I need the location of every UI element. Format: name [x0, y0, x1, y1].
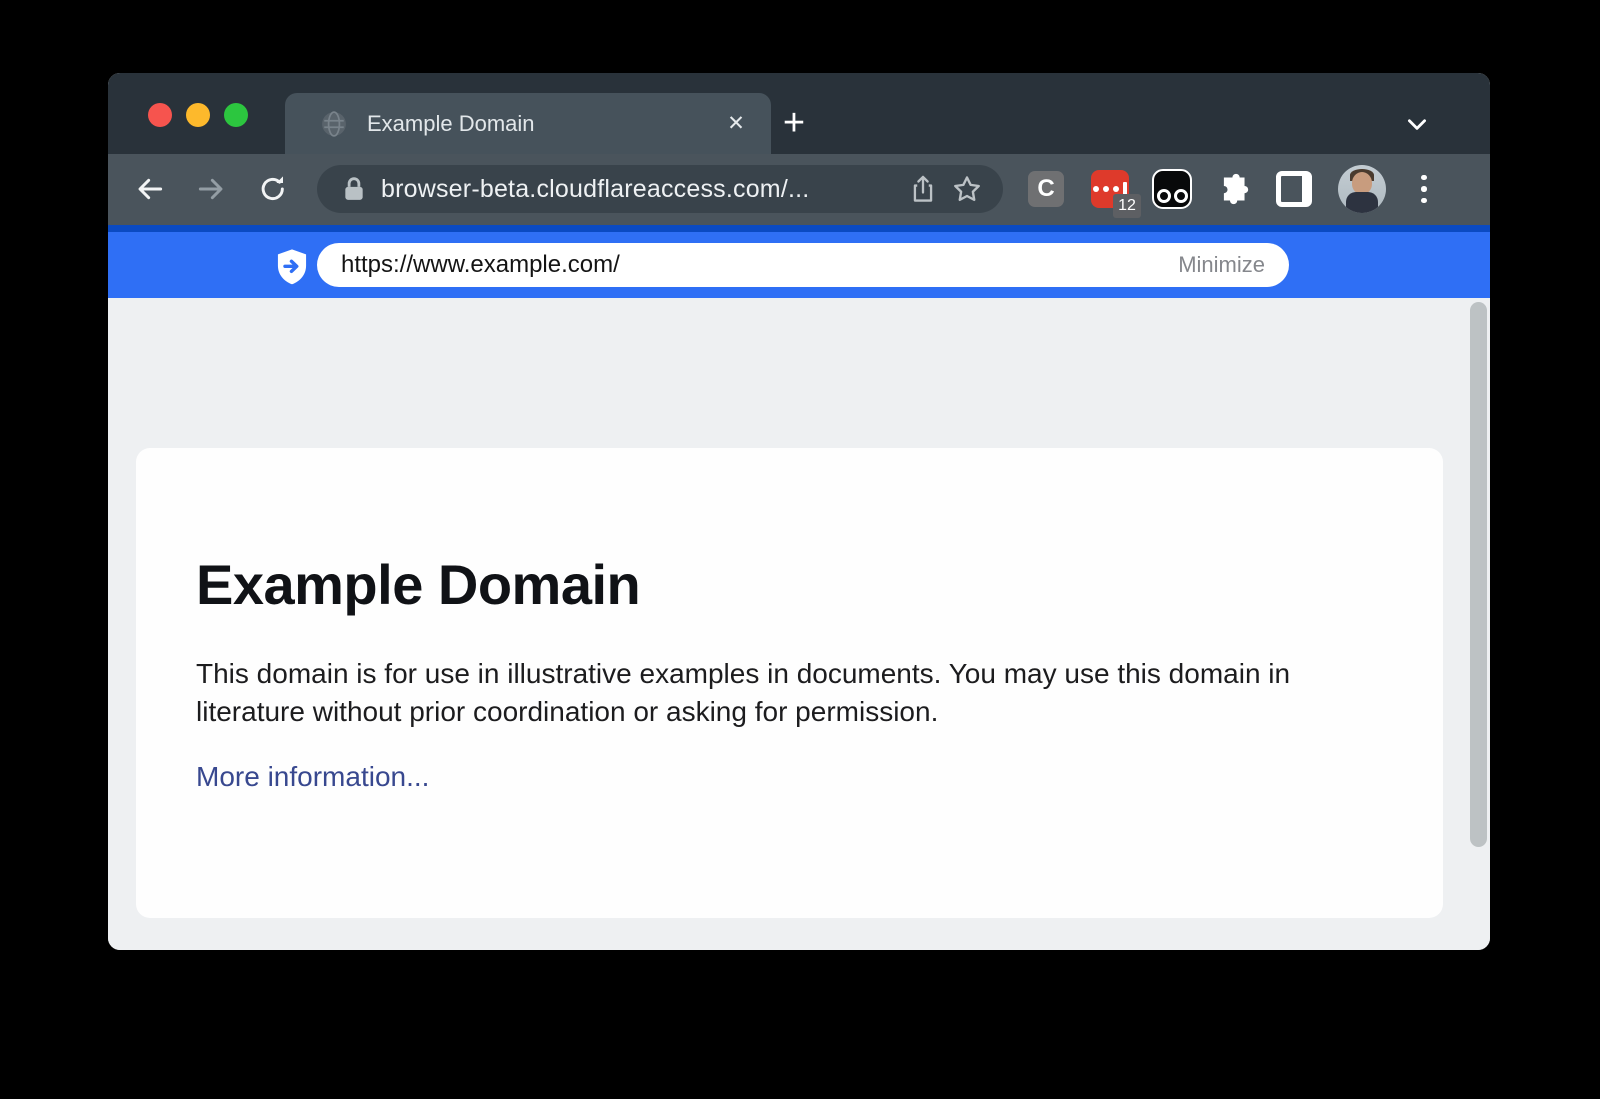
share-icon [909, 174, 937, 204]
side-panel-icon [1276, 171, 1312, 207]
puzzle-icon [1216, 172, 1250, 206]
globe-favicon-icon [321, 111, 347, 137]
profile-avatar[interactable] [1338, 165, 1386, 213]
extension-badge: 12 [1113, 194, 1141, 218]
address-bar[interactable]: browser-beta.cloudflareaccess.com/... [317, 165, 1003, 213]
tab-example-domain[interactable]: Example Domain ✕ [285, 93, 771, 154]
page-viewport: Example Domain This domain is for use in… [108, 298, 1490, 950]
page-scrollbar[interactable] [1470, 302, 1487, 847]
address-bar-url[interactable]: browser-beta.cloudflareaccess.com/... [381, 175, 901, 204]
dark-circles-extension-icon [1152, 169, 1192, 209]
traffic-lights [148, 103, 248, 127]
extension-dark-button[interactable] [1150, 167, 1194, 211]
extensions-menu-button[interactable] [1211, 167, 1255, 211]
isolation-bar: https://www.example.com/ Minimize [108, 225, 1490, 298]
menu-dot [1421, 175, 1427, 181]
zoom-window-button[interactable] [224, 103, 248, 127]
reload-button[interactable] [248, 164, 298, 214]
browser-window: Example Domain ✕ + [108, 73, 1490, 950]
browser-menu-button[interactable] [1402, 167, 1446, 211]
extension-password-button[interactable]: 12 [1088, 167, 1132, 211]
back-button[interactable] [125, 164, 175, 214]
tab-search-chevron-icon[interactable] [1392, 99, 1442, 149]
screenshot-canvas: Example Domain ✕ + [0, 0, 1600, 1099]
close-window-button[interactable] [148, 103, 172, 127]
page-body-text: This domain is for use in illustrative e… [196, 655, 1351, 731]
more-information-link[interactable]: More information... [196, 761, 429, 793]
minimize-bar-button[interactable]: Minimize [1178, 252, 1265, 278]
tab-close-icon[interactable]: ✕ [719, 107, 753, 141]
forward-button[interactable] [186, 164, 236, 214]
reload-icon [257, 173, 289, 205]
menu-dot [1421, 198, 1427, 204]
share-button[interactable] [901, 167, 945, 211]
menu-dot [1421, 186, 1427, 192]
side-panel-button[interactable] [1272, 167, 1316, 211]
isolation-url-text[interactable]: https://www.example.com/ [341, 251, 1178, 279]
avatar-face [1352, 172, 1372, 194]
tab-strip: Example Domain ✕ + [108, 73, 1490, 154]
browser-toolbar: browser-beta.cloudflareaccess.com/... C [108, 154, 1490, 225]
extension-c-icon: C [1028, 171, 1064, 207]
back-arrow-icon [134, 173, 166, 205]
shield-icon[interactable] [275, 248, 309, 286]
password-manager-icon: 12 [1091, 170, 1129, 208]
forward-arrow-icon [195, 173, 227, 205]
minimize-window-button[interactable] [186, 103, 210, 127]
isolation-url-input[interactable]: https://www.example.com/ Minimize [317, 243, 1289, 287]
new-tab-button[interactable]: + [768, 97, 820, 149]
extension-c-button[interactable]: C [1024, 167, 1068, 211]
avatar-body [1346, 192, 1378, 213]
example-domain-card: Example Domain This domain is for use in… [136, 448, 1443, 918]
star-icon [952, 174, 982, 204]
lock-icon [343, 176, 365, 202]
bookmark-button[interactable] [945, 167, 989, 211]
page-title: Example Domain [196, 552, 1383, 617]
tab-title: Example Domain [367, 111, 719, 137]
